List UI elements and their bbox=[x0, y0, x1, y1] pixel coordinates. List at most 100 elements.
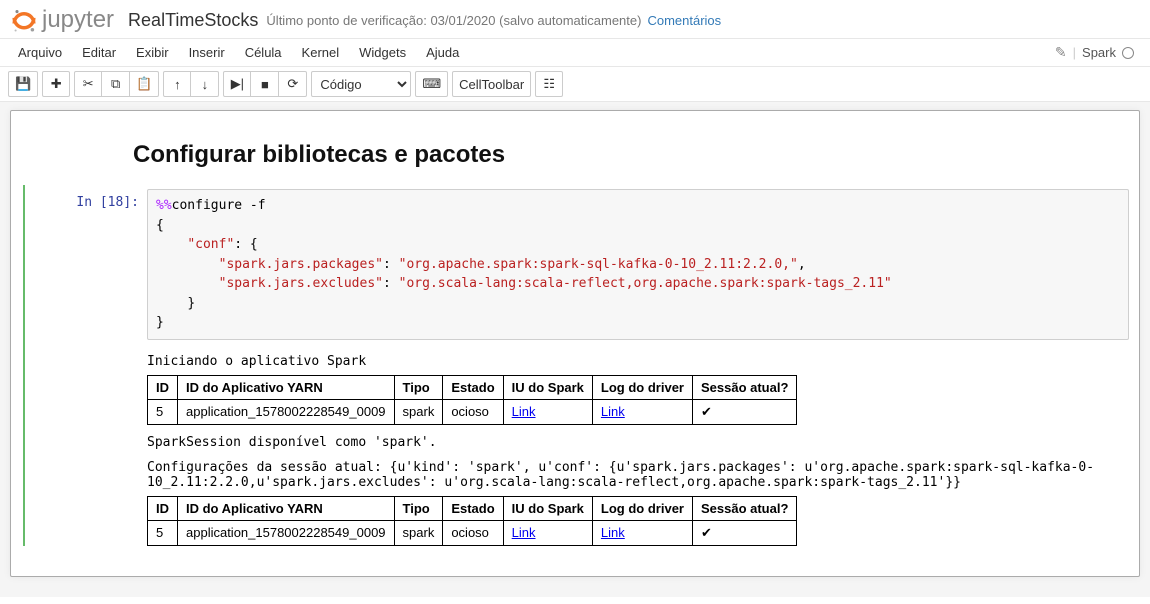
code-token: "org.apache.spark:spark-sql-kafka-0-10_2… bbox=[399, 257, 798, 272]
code-token: { bbox=[156, 218, 164, 233]
th-current-session: Sessão atual? bbox=[692, 375, 796, 399]
td-driver-log: Link bbox=[592, 520, 692, 545]
code-token: : { bbox=[234, 237, 257, 252]
th-type: Tipo bbox=[394, 496, 443, 520]
menu-ajuda[interactable]: Ajuda bbox=[416, 39, 469, 66]
move-down-button[interactable]: ↓ bbox=[191, 71, 219, 97]
code-cell[interactable]: In [18]: %%configure -f { "conf": { "spa… bbox=[25, 185, 1139, 344]
celltoolbar-button[interactable]: CellToolbar bbox=[452, 71, 531, 97]
th-yarn-app-id: ID do Aplicativo YARN bbox=[178, 496, 395, 520]
th-current-session: Sessão atual? bbox=[692, 496, 796, 520]
cell-type-select[interactable]: Código bbox=[311, 71, 411, 97]
driver-log-link[interactable]: Link bbox=[601, 525, 625, 540]
code-token bbox=[156, 276, 219, 291]
td-yarn-app-id: application_1578002228549_0009 bbox=[178, 399, 395, 424]
selected-cell-indicator: In [18]: %%configure -f { "conf": { "spa… bbox=[23, 185, 1139, 546]
td-driver-log: Link bbox=[592, 399, 692, 424]
code-token: "spark.jars.excludes" bbox=[219, 276, 383, 291]
spark-ui-link[interactable]: Link bbox=[512, 404, 536, 419]
code-token: "spark.jars.packages" bbox=[219, 257, 383, 272]
toolbar: 💾 ✚ ✂ ⧉ 📋 ↑ ↓ ▶| ■ ⟳ Código ⌨ CellToolba… bbox=[0, 67, 1150, 102]
run-group: ▶| ■ ⟳ bbox=[223, 71, 307, 97]
table-header-row: ID ID do Aplicativo YARN Tipo Estado IU … bbox=[148, 496, 797, 520]
table-header-row: ID ID do Aplicativo YARN Tipo Estado IU … bbox=[148, 375, 797, 399]
td-current: ✔ bbox=[692, 399, 796, 424]
kernel-name[interactable]: Spark bbox=[1082, 45, 1116, 60]
td-current: ✔ bbox=[692, 520, 796, 545]
th-id: ID bbox=[148, 375, 178, 399]
paste-button[interactable]: 📋 bbox=[130, 71, 159, 97]
td-spark-ui: Link bbox=[503, 399, 592, 424]
code-token: : bbox=[383, 257, 399, 272]
separator: | bbox=[1073, 45, 1076, 60]
output-text: Configurações da sessão atual: {u'kind':… bbox=[147, 460, 1127, 490]
command-palette-button[interactable]: ⌨ bbox=[415, 71, 448, 97]
td-id: 5 bbox=[148, 399, 178, 424]
paste-icon: 📋 bbox=[136, 76, 152, 92]
code-input[interactable]: %%configure -f { "conf": { "spark.jars.p… bbox=[147, 189, 1129, 340]
menu-inserir[interactable]: Inserir bbox=[179, 39, 235, 66]
insert-cell-button[interactable]: ✚ bbox=[42, 71, 70, 97]
input-prompt: In [18]: bbox=[35, 189, 147, 340]
td-state: ocioso bbox=[443, 520, 503, 545]
arrow-down-icon: ↓ bbox=[202, 77, 209, 92]
stop-icon: ■ bbox=[261, 77, 269, 92]
arrow-up-icon: ↑ bbox=[174, 77, 181, 92]
notebook: Configurar bibliotecas e pacotes In [18]… bbox=[10, 110, 1140, 577]
th-spark-ui: IU do Spark bbox=[503, 496, 592, 520]
notebook-name[interactable]: RealTimeStocks bbox=[128, 10, 258, 31]
code-token: } bbox=[187, 296, 195, 311]
th-id: ID bbox=[148, 496, 178, 520]
td-type: spark bbox=[394, 399, 443, 424]
kernel-status-icon bbox=[1122, 47, 1134, 59]
comments-link[interactable]: Comentários bbox=[647, 13, 721, 28]
plus-icon: ✚ bbox=[51, 76, 62, 92]
run-icon: ▶| bbox=[231, 76, 244, 92]
move-up-button[interactable]: ↑ bbox=[163, 71, 191, 97]
menu-editar[interactable]: Editar bbox=[72, 39, 126, 66]
code-token bbox=[156, 257, 219, 272]
menu-exibir[interactable]: Exibir bbox=[126, 39, 179, 66]
keyboard-icon: ⌨ bbox=[422, 76, 441, 92]
output-text: Iniciando o aplicativo Spark bbox=[147, 354, 1127, 369]
restart-icon: ⟳ bbox=[287, 76, 298, 92]
code-token: configure -f bbox=[172, 198, 266, 213]
table-row: 5 application_1578002228549_0009 spark o… bbox=[148, 520, 797, 545]
checkpoint-status: Último ponto de verificação: 03/01/2020 … bbox=[266, 13, 641, 28]
code-token: } bbox=[156, 315, 164, 330]
save-button[interactable]: 💾 bbox=[8, 71, 38, 97]
stop-button[interactable]: ■ bbox=[251, 71, 279, 97]
menu-kernel[interactable]: Kernel bbox=[292, 39, 350, 66]
menu-arquivo[interactable]: Arquivo bbox=[8, 39, 72, 66]
menu-widgets[interactable]: Widgets bbox=[349, 39, 416, 66]
cut-icon: ✂ bbox=[83, 76, 94, 92]
edit-icon[interactable]: ✎ bbox=[1055, 44, 1067, 61]
header: jupyter RealTimeStocks Último ponto de v… bbox=[0, 0, 1150, 38]
section-heading: Configurar bibliotecas e pacotes bbox=[21, 121, 1129, 181]
cut-button[interactable]: ✂ bbox=[74, 71, 102, 97]
jupyter-logo[interactable]: jupyter bbox=[10, 6, 114, 34]
copy-button[interactable]: ⧉ bbox=[102, 71, 130, 97]
spark-ui-link[interactable]: Link bbox=[512, 525, 536, 540]
td-id: 5 bbox=[148, 520, 178, 545]
edit-group: ✂ ⧉ 📋 bbox=[74, 71, 159, 97]
output-text: SparkSession disponível como 'spark'. bbox=[147, 435, 1127, 450]
restart-button[interactable]: ⟳ bbox=[279, 71, 307, 97]
spark-status-table: ID ID do Aplicativo YARN Tipo Estado IU … bbox=[147, 375, 797, 425]
logo-text: jupyter bbox=[42, 6, 114, 34]
th-type: Tipo bbox=[394, 375, 443, 399]
code-token: , bbox=[798, 257, 806, 272]
td-yarn-app-id: application_1578002228549_0009 bbox=[178, 520, 395, 545]
driver-log-link[interactable]: Link bbox=[601, 404, 625, 419]
run-button[interactable]: ▶| bbox=[223, 71, 251, 97]
notebook-container: Configurar bibliotecas e pacotes In [18]… bbox=[0, 102, 1150, 597]
th-driver-log: Log do driver bbox=[592, 496, 692, 520]
td-state: ocioso bbox=[443, 399, 503, 424]
toggle-button[interactable]: ☷ bbox=[535, 71, 563, 97]
code-token: %% bbox=[156, 198, 172, 213]
output-area: Iniciando o aplicativo Spark ID ID do Ap… bbox=[25, 354, 1139, 546]
move-group: ↑ ↓ bbox=[163, 71, 219, 97]
menu-celula[interactable]: Célula bbox=[235, 39, 292, 66]
markdown-cell[interactable]: Configurar bibliotecas e pacotes bbox=[11, 117, 1139, 185]
code-token: : bbox=[383, 276, 399, 291]
